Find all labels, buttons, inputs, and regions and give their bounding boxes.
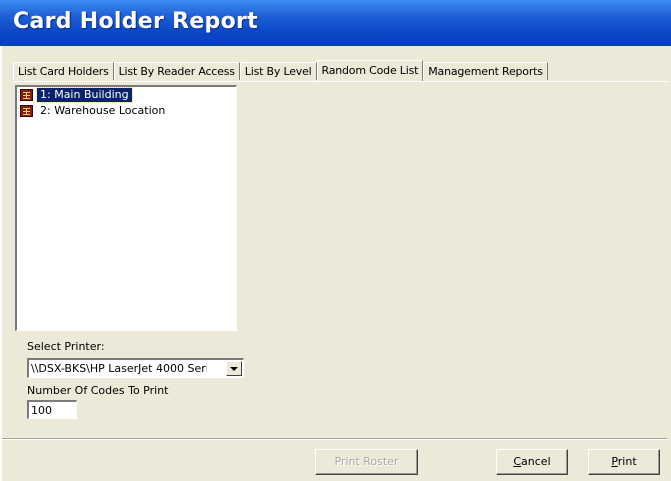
print-label: rint xyxy=(617,455,637,468)
tab-list-by-reader-access[interactable]: List By Reader Access xyxy=(113,62,240,80)
tree-item-label: 2: Warehouse Location xyxy=(40,104,166,117)
tab-divider xyxy=(13,81,668,82)
cancel-button[interactable]: Cancel xyxy=(496,449,568,475)
tab-list-by-level[interactable]: List By Level xyxy=(239,62,317,80)
printer-select-value: \\DSX-BKS\HP LaserJet 4000 Serie xyxy=(31,362,207,375)
codes-count-label: Number Of Codes To Print xyxy=(27,384,169,397)
printer-dropdown-button[interactable] xyxy=(226,361,242,376)
location-tree[interactable]: 1: Main Building 2: Warehouse Location xyxy=(15,85,237,331)
printer-select[interactable]: \\DSX-BKS\HP LaserJet 4000 Serie xyxy=(27,358,244,378)
footer-separator xyxy=(2,438,667,440)
tree-item-main-building[interactable]: 1: Main Building xyxy=(20,87,133,103)
building-icon xyxy=(20,105,33,117)
tree-item-warehouse-location[interactable]: 2: Warehouse Location xyxy=(20,104,168,118)
tree-item-label: 1: Main Building xyxy=(36,87,133,103)
chevron-down-icon xyxy=(230,367,238,371)
tab-management-reports[interactable]: Management Reports xyxy=(423,62,548,80)
window-title: Card Holder Report xyxy=(13,9,258,34)
building-icon xyxy=(20,89,33,101)
codes-count-input[interactable]: 100 xyxy=(27,400,77,419)
cancel-label: ancel xyxy=(521,455,551,468)
cancel-accelerator: C xyxy=(513,455,522,468)
title-bar: Card Holder Report xyxy=(0,0,671,46)
select-printer-label: Select Printer: xyxy=(27,340,105,353)
print-roster-button[interactable]: Print Roster xyxy=(315,449,418,475)
tab-strip: List Card Holders List By Reader Access … xyxy=(13,60,548,81)
print-button[interactable]: Print xyxy=(588,449,660,475)
tab-random-code-list[interactable]: Random Code List xyxy=(316,60,424,81)
tab-list-card-holders[interactable]: List Card Holders xyxy=(13,62,114,80)
